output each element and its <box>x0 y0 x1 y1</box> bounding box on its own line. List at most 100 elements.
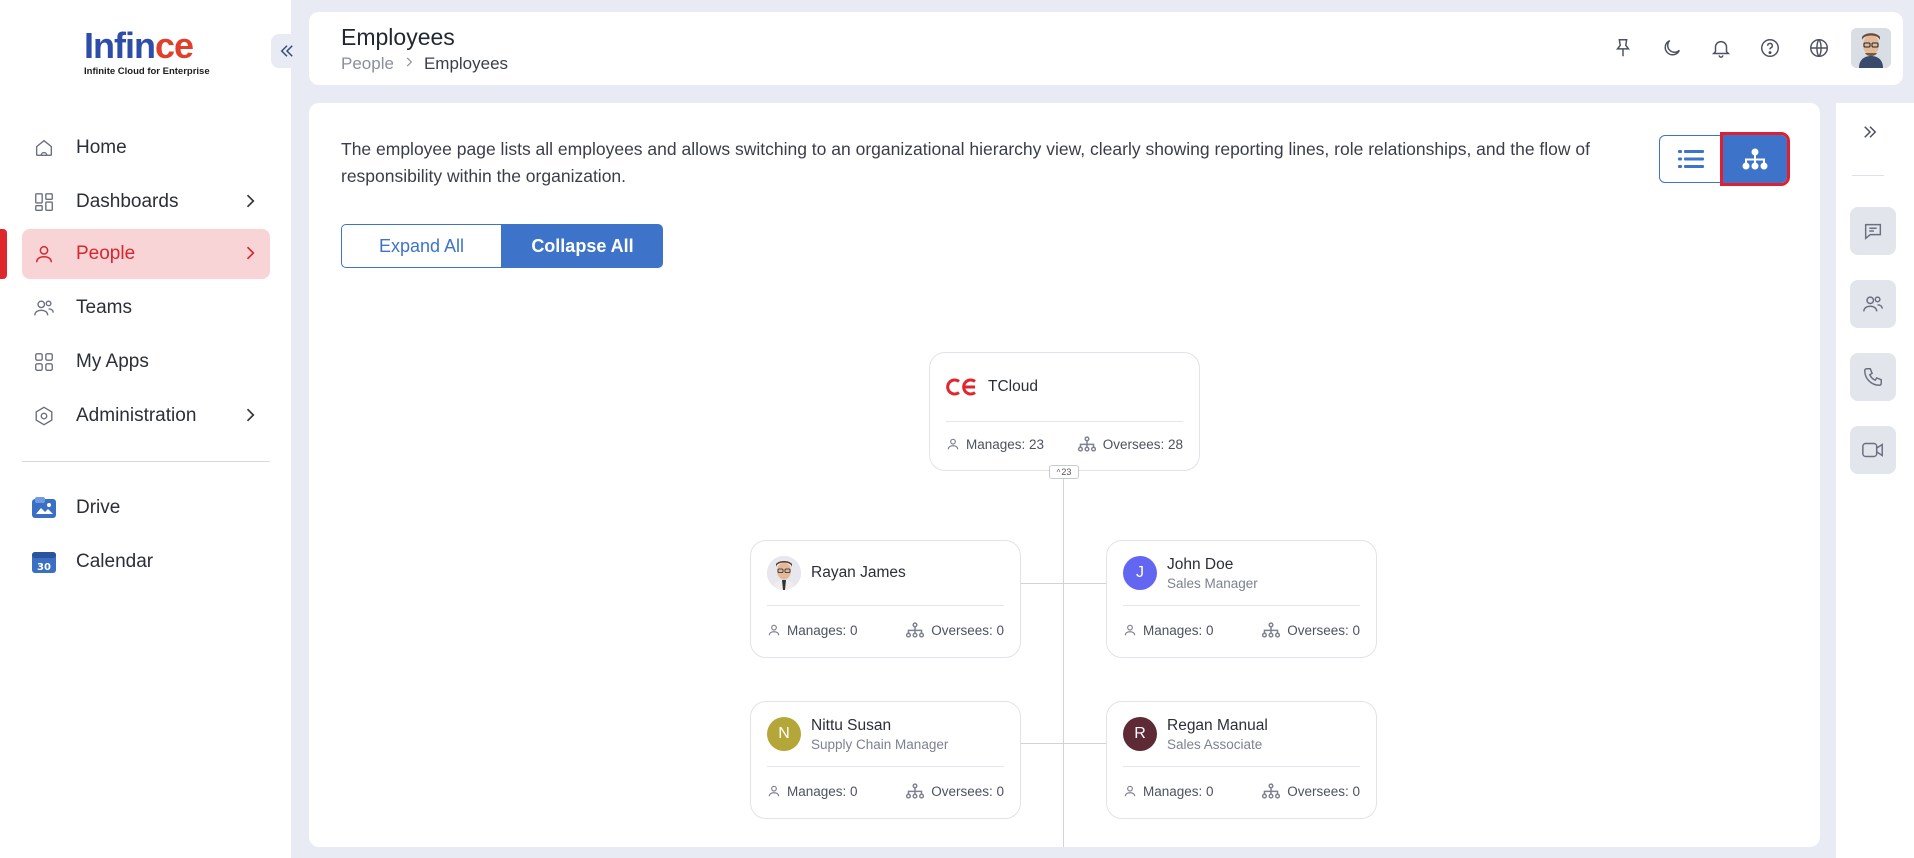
card-stats: Manages: 0 Oversees: 0 <box>751 767 1020 815</box>
org-node-name: Nittu Susan <box>811 716 892 734</box>
globe-icon[interactable] <box>1794 28 1843 68</box>
expand-rail-button[interactable] <box>1861 123 1879 146</box>
right-rail <box>1836 103 1914 858</box>
user-icon <box>947 438 959 450</box>
tcloud-logo-icon <box>946 376 978 398</box>
sidebar-item-label: Drive <box>76 497 121 518</box>
org-node-name: Regan Manual <box>1167 716 1268 734</box>
oversees-stat: Oversees: 0 <box>905 622 1004 638</box>
chat-button[interactable] <box>1850 207 1896 255</box>
hierarchy-icon <box>906 783 925 799</box>
sidebar: Infince Infinite Cloud for Enterprise Ho… <box>0 0 291 858</box>
chat-icon <box>1864 223 1882 240</box>
manages-stat: Manages: 0 <box>1123 784 1214 799</box>
sidebar-item-label: People <box>76 243 136 264</box>
oversees-stat: Oversees: 0 <box>1261 622 1360 638</box>
breadcrumb-people[interactable]: People <box>341 54 394 74</box>
sidebar-item-administration[interactable]: Administration <box>22 391 270 441</box>
header-actions <box>1598 28 1903 68</box>
org-card-regan-manual[interactable]: R Regan Manual Sales Associate Manages: … <box>1106 701 1377 819</box>
home-icon <box>30 134 58 162</box>
sidebar-item-label: Dashboards <box>76 191 179 212</box>
hierarchy-icon <box>1077 436 1096 452</box>
contacts-button[interactable] <box>1850 280 1896 328</box>
video-icon <box>1862 442 1883 458</box>
rail-divider <box>1852 175 1884 176</box>
manages-stat: Manages: 23 <box>946 437 1044 452</box>
chevron-right-icon <box>240 191 260 217</box>
sidebar-item-label: Teams <box>76 297 132 318</box>
sidebar-divider <box>22 461 270 462</box>
user-icon <box>768 624 780 636</box>
sidebar-item-home[interactable]: Home <box>22 123 270 173</box>
sidebar-item-calendar[interactable]: 30 Calendar <box>22 537 270 587</box>
bell-icon[interactable] <box>1696 28 1745 68</box>
dashboard-icon <box>30 188 58 216</box>
sidebar-item-my-apps[interactable]: My Apps <box>22 337 270 387</box>
double-chevron-right-icon <box>1864 126 1877 138</box>
chevron-right-icon <box>240 243 260 269</box>
active-indicator <box>0 229 7 279</box>
phone-icon <box>1864 368 1882 386</box>
phone-button[interactable] <box>1850 353 1896 401</box>
org-node-role: Supply Chain Manager <box>811 736 949 752</box>
org-node-name: TCloud <box>988 378 1038 395</box>
card-stats: Manages: 0 Oversees: 0 <box>1107 606 1376 654</box>
user-icon <box>1124 624 1136 636</box>
hierarchy-icon <box>1262 622 1281 638</box>
org-chart: TCloud Manages: 23 Oversees: 28 ^ 23 Ray… <box>309 103 1820 847</box>
sidebar-item-teams[interactable]: Teams <box>22 283 270 333</box>
org-card-rayan-james[interactable]: Rayan James Manages: 0 Oversees: 0 <box>750 540 1021 658</box>
moon-icon[interactable] <box>1647 28 1696 68</box>
contacts-icon <box>1863 296 1883 312</box>
collapse-sidebar-button[interactable] <box>271 34 303 68</box>
top-header: Employees People Employees <box>309 12 1903 85</box>
org-node-role: Sales Manager <box>1167 575 1258 591</box>
connector-line <box>1020 743 1106 744</box>
oversees-stat: Oversees: 28 <box>1077 436 1183 452</box>
manages-stat: Manages: 0 <box>1123 623 1214 638</box>
connector-line <box>1063 472 1064 847</box>
org-card-nittu-susan[interactable]: N Nittu Susan Supply Chain Manager Manag… <box>750 701 1021 819</box>
avatar: J <box>1123 556 1157 590</box>
oversees-stat: Oversees: 0 <box>1261 783 1360 799</box>
manages-stat: Manages: 0 <box>767 784 858 799</box>
drive-icon <box>30 494 58 522</box>
sidebar-item-label: My Apps <box>76 351 149 372</box>
avatar: R <box>1123 717 1157 751</box>
svg-text:30: 30 <box>37 562 51 573</box>
child-count-toggle[interactable]: ^ 23 <box>1049 465 1079 479</box>
org-node-name: Rayan James <box>811 564 906 581</box>
sidebar-item-drive[interactable]: Drive <box>22 483 270 533</box>
breadcrumb: People Employees <box>341 54 508 74</box>
page-title: Employees <box>341 24 455 50</box>
logo-tagline: Infinite Cloud for Enterprise <box>84 66 210 77</box>
card-stats: Manages: 0 Oversees: 0 <box>751 606 1020 654</box>
user-icon <box>768 785 780 797</box>
user-avatar[interactable] <box>1851 28 1891 68</box>
connector-line <box>1020 583 1106 584</box>
user-icon <box>30 240 58 268</box>
calendar-icon: 30 <box>30 548 58 576</box>
chevron-right-icon <box>240 405 260 431</box>
help-icon[interactable] <box>1745 28 1794 68</box>
pin-icon[interactable] <box>1598 28 1647 68</box>
manages-stat: Manages: 0 <box>767 623 858 638</box>
user-icon <box>1124 785 1136 797</box>
breadcrumb-current: Employees <box>423 54 509 73</box>
apps-icon <box>30 348 58 376</box>
chevron-right-icon <box>402 54 416 74</box>
org-card-john-doe[interactable]: J John Doe Sales Manager Manages: 0 Over… <box>1106 540 1377 658</box>
card-stats: Manages: 23 Oversees: 28 <box>930 422 1199 466</box>
avatar: N <box>767 717 801 751</box>
settings-icon <box>30 402 58 430</box>
sidebar-item-label: Home <box>76 137 127 158</box>
infince-logo[interactable]: Infince Infinite Cloud for Enterprise <box>84 26 210 78</box>
sidebar-item-people[interactable]: People <box>22 229 270 279</box>
double-chevron-left-icon <box>280 45 293 57</box>
card-stats: Manages: 0 Oversees: 0 <box>1107 767 1376 815</box>
video-button[interactable] <box>1850 426 1896 474</box>
sidebar-item-dashboards[interactable]: Dashboards <box>22 177 270 227</box>
org-root-card[interactable]: TCloud Manages: 23 Oversees: 28 <box>929 352 1200 471</box>
sidebar-item-label: Calendar <box>76 551 154 572</box>
